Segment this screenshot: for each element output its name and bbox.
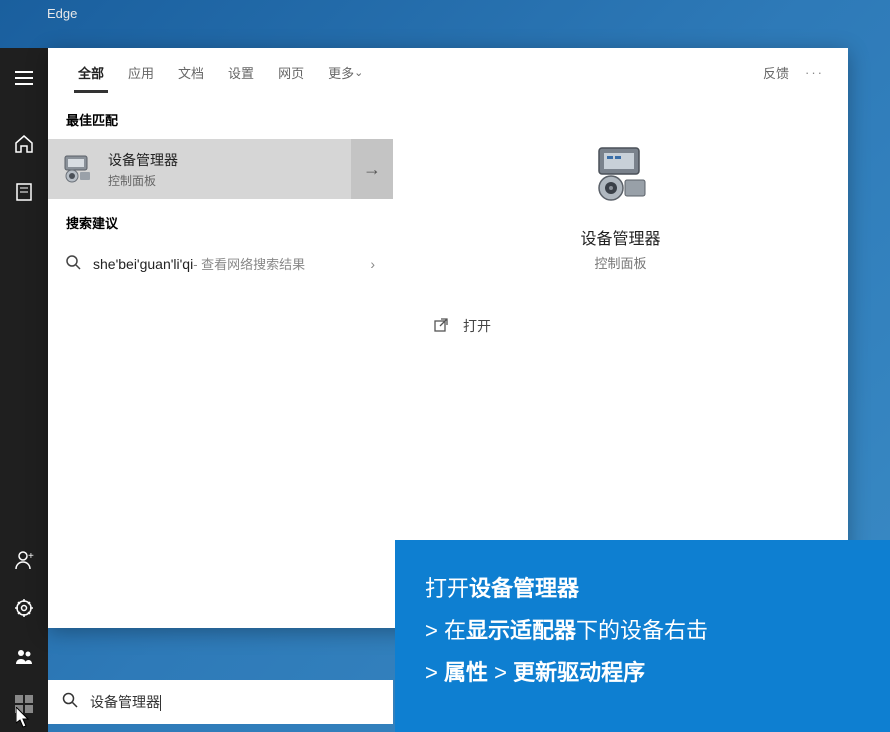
start-button[interactable] [15,695,33,718]
section-best-match: 最佳匹配 [48,96,393,139]
instruction-overlay: 打开设备管理器 > 在显示适配器下的设备右击 > 属性 > 更新驱动程序 [395,540,890,732]
device-manager-large-icon [589,146,653,207]
user-icon[interactable]: + [0,536,48,584]
suggestion-hint: - 查看网络搜索结果 [193,254,305,273]
tab-web[interactable]: 网页 [266,48,316,96]
svg-text:+: + [28,551,34,562]
best-match-title: 设备管理器 [108,150,351,170]
home-icon[interactable] [0,120,48,168]
taskbar-start-area [0,680,48,732]
settings-gear-icon[interactable] [0,584,48,632]
chevron-right-icon: › [370,256,375,272]
hamburger-icon[interactable] [0,54,48,102]
overflow-menu-icon[interactable]: ··· [799,65,830,80]
search-input-box[interactable]: 设备管理器 [48,680,393,724]
search-suggestion-item[interactable]: she'bei'guan'li'qi - 查看网络搜索结果 › [48,242,393,285]
desktop-shortcut-edge[interactable]: Edge [47,6,77,21]
best-match-subtitle: 控制面板 [108,172,351,189]
search-input[interactable]: 设备管理器 [90,692,379,712]
people-icon[interactable] [0,632,48,680]
open-action[interactable]: 打开 [433,316,491,336]
search-tabs: 全部 应用 文档 设置 网页 更多 反馈 ··· [48,48,848,96]
results-list: 最佳匹配 设备管理器 控制面板 → 搜索建议 she'bei'guan'li'q… [48,96,393,285]
suggestion-text: she'bei'guan'li'qi [93,256,193,272]
detail-title: 设备管理器 [580,225,660,249]
open-external-icon [433,317,449,336]
section-suggestions: 搜索建议 [48,199,393,242]
tab-docs[interactable]: 文档 [166,48,216,96]
open-label: 打开 [463,316,491,336]
tab-settings[interactable]: 设置 [216,48,266,96]
device-manager-icon [48,154,108,184]
recent-icon[interactable] [0,168,48,216]
tab-more[interactable]: 更多 [316,48,375,96]
search-icon [66,255,81,273]
tab-apps[interactable]: 应用 [116,48,166,96]
feedback-link[interactable]: 反馈 [763,63,789,82]
start-menu-rail: + [0,48,48,732]
tab-all[interactable]: 全部 [66,48,116,96]
best-match-item[interactable]: 设备管理器 控制面板 → [48,139,393,199]
arrow-right-icon[interactable]: → [351,139,393,199]
detail-subtitle: 控制面板 [594,253,646,272]
search-icon [62,692,78,713]
